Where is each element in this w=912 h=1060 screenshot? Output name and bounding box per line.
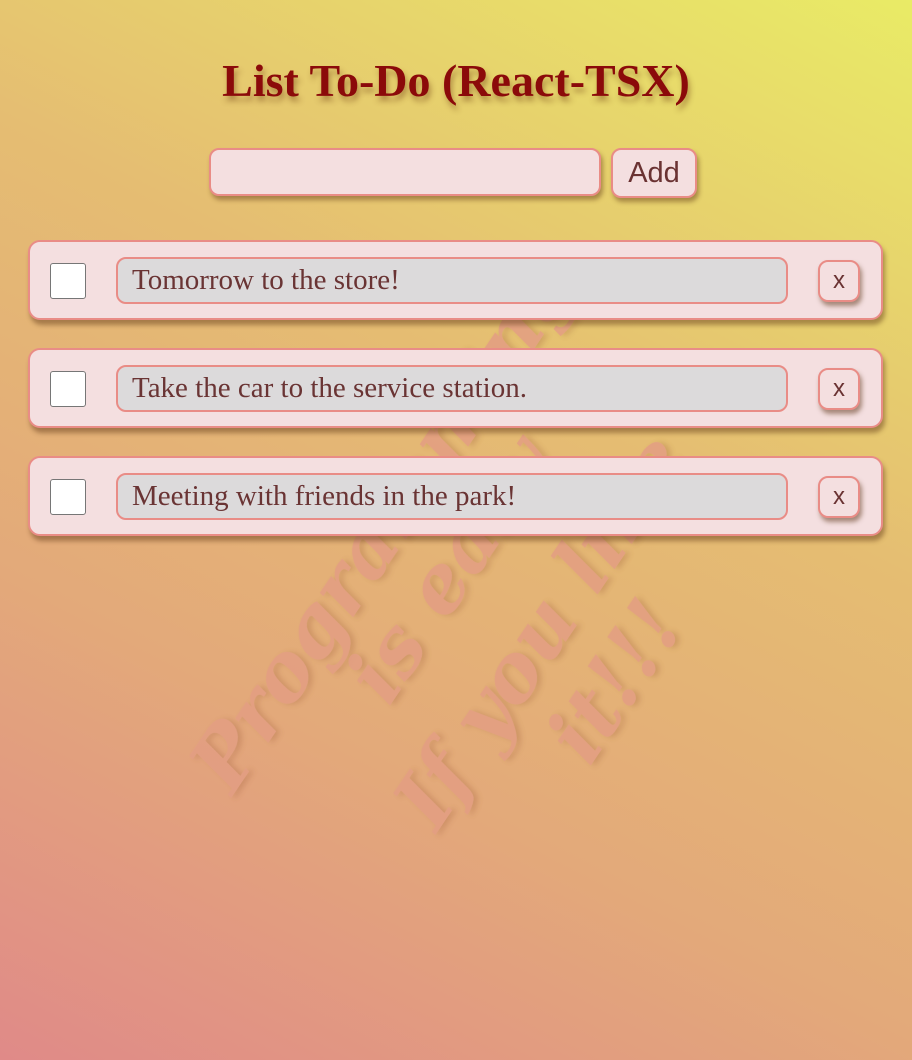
- todo-checkbox[interactable]: [50, 371, 86, 407]
- todo-list: Tomorrow to the store! x Take the car to…: [28, 240, 883, 564]
- remove-todo-button[interactable]: x: [818, 476, 860, 518]
- remove-todo-button[interactable]: x: [818, 368, 860, 410]
- todo-item: Take the car to the service station. x: [28, 348, 883, 428]
- todo-item: Meeting with friends in the park! x: [28, 456, 883, 536]
- todo-text[interactable]: Take the car to the service station.: [116, 365, 788, 412]
- watermark-line: it!!!: [527, 583, 702, 779]
- add-button[interactable]: Add: [611, 148, 697, 198]
- todo-checkbox[interactable]: [50, 479, 86, 515]
- todo-text[interactable]: Tomorrow to the store!: [116, 257, 788, 304]
- page-title: List To-Do (React-TSX): [222, 55, 690, 106]
- todo-text[interactable]: Meeting with friends in the park!: [116, 473, 788, 520]
- add-todo-form: Add: [209, 148, 697, 200]
- new-todo-input[interactable]: [209, 148, 601, 196]
- todo-checkbox[interactable]: [50, 263, 86, 299]
- remove-todo-button[interactable]: x: [818, 260, 860, 302]
- todo-item: Tomorrow to the store! x: [28, 240, 883, 320]
